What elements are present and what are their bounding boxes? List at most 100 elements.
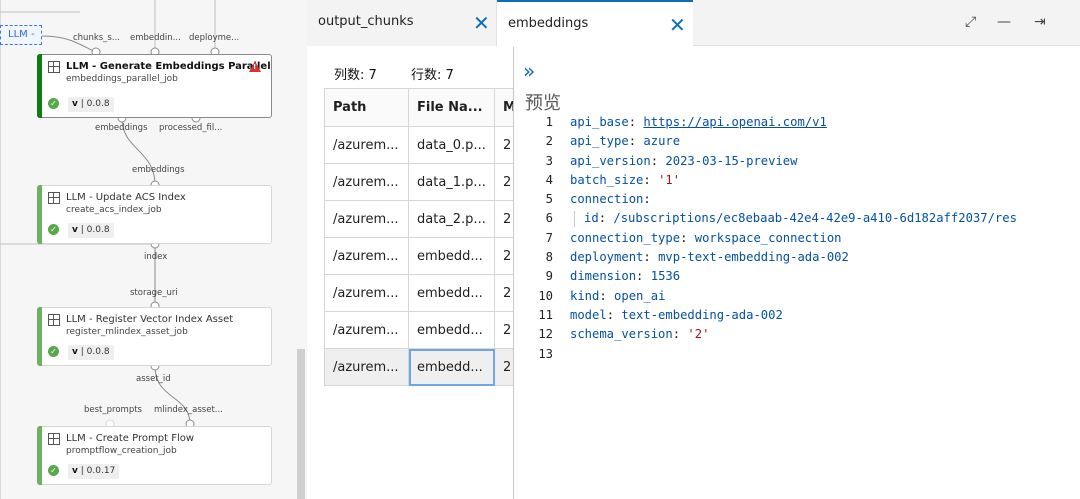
table-row[interactable]: /azurem... embedd... 2: [324, 237, 513, 275]
node-subtitle: create_acs_index_job: [66, 205, 162, 215]
code-text: api_type: azure: [570, 134, 681, 149]
yaml-value: workspace_connection: [694, 230, 842, 245]
tab-embeddings[interactable]: embeddings ✕: [497, 0, 693, 47]
code-text: api_version: 2023-03-15-preview: [570, 153, 798, 168]
port-label-mlindex-asset: mlindex_asset...: [154, 405, 223, 415]
line-number: 7: [545, 230, 553, 245]
table-row[interactable]: /azurem... embedd... 2: [324, 348, 513, 386]
port-label-out-embeddings: embeddings: [95, 123, 148, 133]
table-cell[interactable]: data_2.p...: [408, 200, 495, 238]
table-cell[interactable]: /azurem...: [324, 200, 409, 238]
success-check-icon: ✓: [48, 465, 59, 476]
node-status-bar: [37, 54, 42, 118]
table-body: /azurem... data_0.p... 2/azurem... data_1.p…: [324, 126, 513, 386]
yaml-key: connection_type: [570, 230, 681, 245]
component-icon: [48, 433, 60, 445]
code-text: connection:: [570, 192, 659, 207]
port-label-in-embeddings: embeddings: [132, 165, 185, 175]
llm-input-tag[interactable]: LLM -: [0, 25, 42, 45]
table-cell[interactable]: data_1.p...: [408, 163, 495, 201]
table-cell[interactable]: /azurem...: [324, 237, 409, 275]
node-update-acs-index[interactable]: LLM - Update ACS Index create_acs_index_…: [37, 185, 272, 244]
line-number: 6: [545, 211, 553, 226]
yaml-value: 2023-03-15-preview: [665, 153, 798, 168]
data-table-pane: 列数: 7 行数: 7 Path File Na... M /azurem...…: [307, 47, 514, 499]
yaml-value: 1536: [650, 269, 681, 284]
yaml-key: api_version: [570, 153, 651, 168]
close-icon[interactable]: ✕: [669, 11, 686, 39]
minimize-icon[interactable]: —: [997, 14, 1011, 30]
node-status-bar: [37, 185, 42, 244]
expand-window-icon[interactable]: ⤢: [965, 14, 976, 30]
table-cell[interactable]: 2: [494, 163, 513, 201]
table-cell[interactable]: /azurem...: [324, 163, 409, 201]
table-cell[interactable]: embedd...: [408, 348, 495, 386]
port-label-processed: processed_fil...: [159, 123, 223, 133]
port-label-asset-id: asset_id: [136, 374, 171, 384]
line-number: 1: [545, 115, 553, 129]
table-cell[interactable]: data_0.p...: [408, 126, 495, 164]
indent-guide: [574, 211, 575, 228]
app-root: LLM - chunks_s... embeddin... deployme..…: [0, 0, 1080, 499]
table-header-row: Path File Na... M: [324, 88, 513, 127]
table-row[interactable]: /azurem... embedd... 2: [324, 311, 513, 349]
expand-panel-icon[interactable]: »: [523, 59, 536, 83]
port-label-storage-uri: storage_uri: [130, 288, 178, 298]
table-row[interactable]: /azurem... data_2.p... 2: [324, 200, 513, 238]
table-cell[interactable]: 2: [494, 237, 513, 275]
version-badge: v | 0.0.17: [68, 464, 120, 479]
table-cell[interactable]: embedd...: [408, 237, 495, 275]
code-text: connection_type: workspace_connection: [570, 230, 842, 245]
table-cell[interactable]: 2: [494, 311, 513, 349]
code-text: model: text-embedding-ada-002: [570, 307, 783, 322]
table-cell[interactable]: 2: [494, 274, 513, 312]
table-row[interactable]: /azurem... data_1.p... 2: [324, 163, 513, 201]
code-text: deployment: mvp-text-embedding-ada-002: [570, 250, 849, 265]
node-title: LLM - Create Prompt Flow: [66, 433, 195, 444]
column-header[interactable]: File Na...: [408, 88, 495, 127]
table-cell[interactable]: embedd...: [408, 311, 495, 349]
column-header[interactable]: M: [494, 88, 513, 127]
table-row[interactable]: /azurem... embedd... 2: [324, 274, 513, 312]
table-cell[interactable]: 2: [494, 348, 513, 386]
table-cell[interactable]: /azurem...: [324, 126, 409, 164]
node-subtitle: embeddings_parallel_job: [66, 74, 178, 84]
node-subtitle: promptflow_creation_job: [66, 446, 177, 456]
table-cell[interactable]: /azurem...: [324, 274, 409, 312]
version-badge: v | 0.0.8: [68, 223, 114, 238]
node-title: LLM - Update ACS Index: [66, 192, 186, 203]
pipeline-canvas[interactable]: LLM - chunks_s... embeddin... deployme..…: [0, 0, 307, 499]
line-number: 5: [545, 192, 553, 207]
dock-panel-icon[interactable]: ⇥: [1034, 14, 1046, 30]
component-icon: [48, 314, 60, 326]
node-create-prompt-flow[interactable]: LLM - Create Prompt Flow promptflow_crea…: [37, 426, 272, 485]
table-cell[interactable]: /azurem...: [324, 348, 409, 386]
node-generate-embeddings[interactable]: LLM - Generate Embeddings Parallel embed…: [37, 54, 272, 118]
node-register-vector-index[interactable]: LLM - Register Vector Index Asset regist…: [37, 307, 272, 366]
line-number: 8: [545, 250, 553, 265]
warning-icon[interactable]: !: [249, 61, 261, 72]
table-cell[interactable]: 2: [494, 200, 513, 238]
code-text: schema_version: '2': [570, 327, 710, 342]
close-icon[interactable]: ✕: [473, 9, 490, 37]
yaml-value: '2': [687, 327, 710, 342]
tab-output-chunks[interactable]: output_chunks ✕: [307, 0, 497, 46]
preview-title: 预览: [525, 93, 561, 114]
port-label-index: index: [144, 252, 168, 262]
component-icon: [48, 192, 60, 204]
preview-pane: » 预览 1 api_base: https://api.openai.com/v…: [515, 47, 1080, 499]
table-cell[interactable]: embedd...: [408, 274, 495, 312]
success-check-icon: ✓: [48, 346, 59, 357]
canvas-scrollbar[interactable]: [297, 349, 305, 499]
version-badge: v | 0.0.8: [68, 345, 114, 360]
table-row[interactable]: /azurem... data_0.p... 2: [324, 126, 513, 164]
yaml-url-link[interactable]: https://api.openai.com/v1: [643, 115, 826, 129]
column-header[interactable]: Path: [324, 88, 409, 127]
code-text: id: /subscriptions/ec8ebaab-42e4-42e9-a4…: [584, 211, 1017, 226]
table-cell[interactable]: 2: [494, 126, 513, 164]
yaml-key: batch_size: [570, 172, 644, 187]
tab-label: embeddings: [508, 16, 589, 31]
port-label-chunks: chunks_s...: [73, 33, 120, 43]
code-text: batch_size: '1': [570, 172, 681, 187]
table-cell[interactable]: /azurem...: [324, 311, 409, 349]
